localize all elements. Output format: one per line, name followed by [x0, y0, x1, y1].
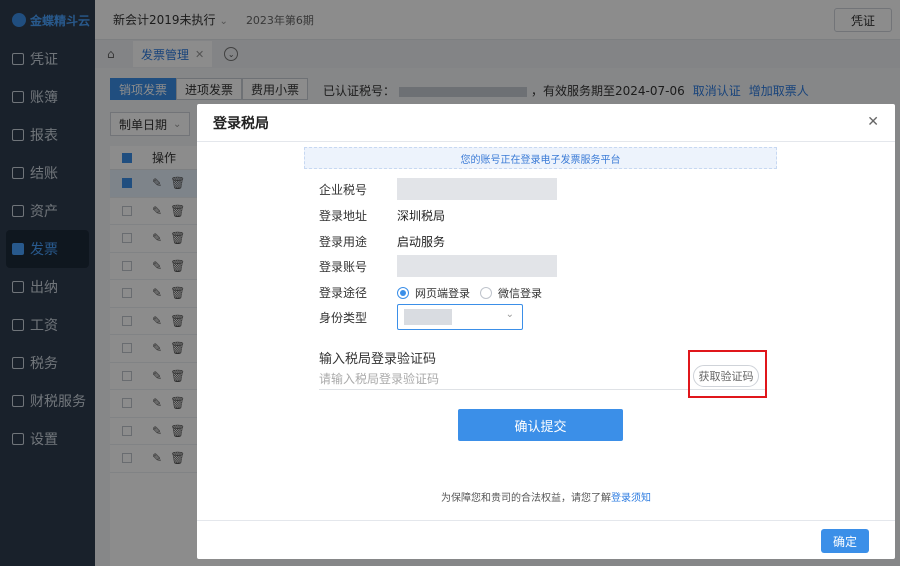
identity-value-masked: [404, 309, 452, 325]
purpose-value: 启动服务: [397, 235, 446, 249]
identity-select[interactable]: ⌄: [397, 304, 523, 330]
highlight-box: [688, 350, 767, 398]
verification-code-title: 输入税局登录验证码: [319, 352, 437, 367]
purpose-row: 登录用途 启动服务: [319, 233, 445, 250]
method-row: 登录途径 网页端登录 微信登录: [319, 284, 552, 301]
dialog-footer: 确定: [197, 520, 895, 559]
web-login-label: 网页端登录: [415, 286, 470, 300]
ok-button[interactable]: 确定: [821, 529, 869, 553]
submit-button[interactable]: 确认提交: [458, 409, 623, 441]
close-icon[interactable]: ✕: [867, 114, 879, 130]
account-field: [397, 255, 557, 277]
wechat-login-label: 微信登录: [498, 286, 542, 300]
radio-wechat-login[interactable]: [480, 286, 492, 299]
radio-web-login[interactable]: [397, 286, 409, 299]
purpose-label: 登录用途: [319, 235, 368, 249]
login-notice-link[interactable]: 登录须知: [611, 493, 651, 504]
code-placeholder: 请输入税局登录验证码: [319, 372, 440, 386]
dialog-title: 登录税局: [197, 104, 895, 142]
chevron-down-icon: ⌄: [505, 309, 514, 320]
info-banner: 您的账号正在登录电子发票服务平台: [304, 147, 777, 169]
login-notice: 为保障您和贵司的合法权益，请您了解登录须知: [197, 489, 895, 504]
company-tax-row: 企业税号: [319, 178, 557, 200]
notice-text: 为保障您和贵司的合法权益，请您了解: [441, 493, 611, 504]
account-row: 登录账号: [319, 255, 557, 277]
method-label: 登录途径: [319, 286, 368, 300]
company-tax-label: 企业税号: [319, 182, 368, 197]
account-label: 登录账号: [319, 259, 368, 274]
login-tax-bureau-dialog: 登录税局 ✕ 您的账号正在登录电子发票服务平台 企业税号 登录地址 深圳税局 登…: [197, 104, 895, 559]
identity-row: 身份类型 ⌄: [319, 304, 523, 330]
address-row: 登录地址 深圳税局: [319, 207, 445, 224]
address-value: 深圳税局: [397, 209, 446, 223]
address-label: 登录地址: [319, 209, 368, 223]
identity-label: 身份类型: [319, 310, 368, 325]
company-tax-field: [397, 178, 557, 200]
